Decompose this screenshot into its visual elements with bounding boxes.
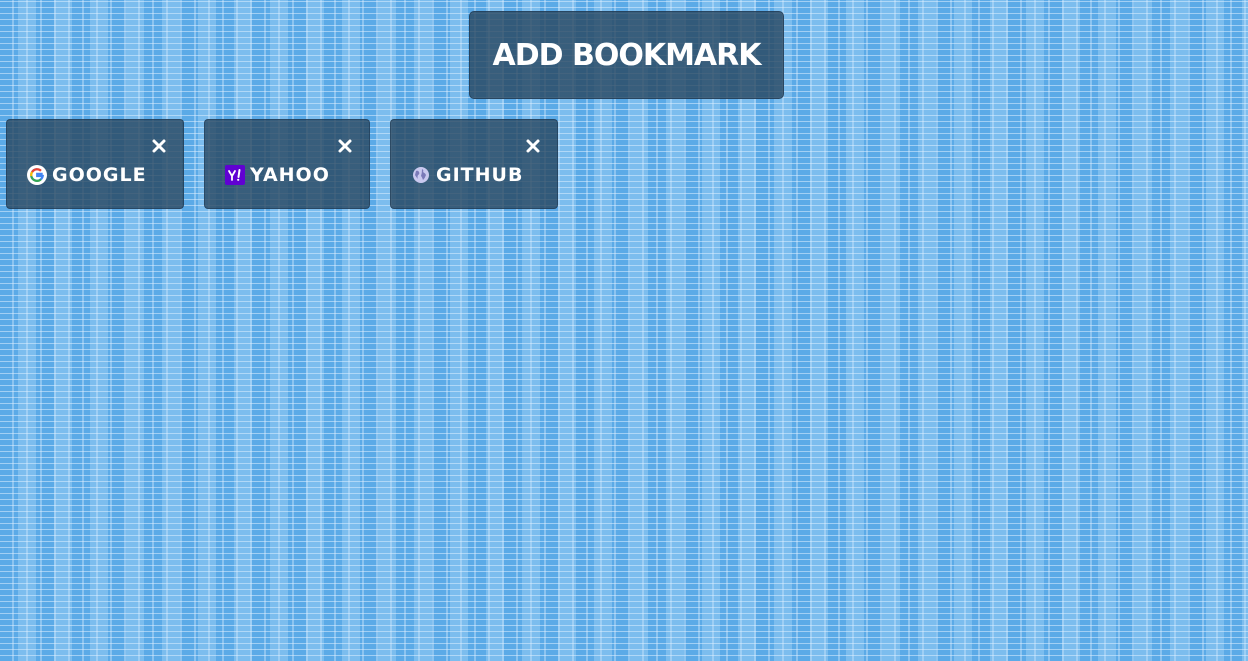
- close-icon[interactable]: [151, 138, 167, 154]
- bookmark-card-yahoo: YAHOO: [204, 119, 370, 209]
- bookmark-card-google: GOOGLE: [6, 119, 184, 209]
- bookmark-link-google[interactable]: GOOGLE: [27, 164, 147, 186]
- bookmark-card-github: GITHUB: [390, 119, 558, 209]
- bookmark-label-github: GITHUB: [436, 164, 524, 186]
- globe-icon: [411, 165, 431, 185]
- bookmark-link-github[interactable]: GITHUB: [411, 164, 523, 186]
- close-icon[interactable]: [337, 138, 353, 154]
- yahoo-icon: [225, 165, 245, 185]
- bookmark-label-yahoo: YAHOO: [250, 164, 330, 186]
- bookmark-label-google: GOOGLE: [52, 164, 147, 186]
- close-icon[interactable]: [525, 138, 541, 154]
- bookmark-link-yahoo[interactable]: YAHOO: [225, 164, 330, 186]
- add-bookmark-button[interactable]: ADD BOOKMARK: [469, 11, 784, 99]
- google-icon: [27, 165, 47, 185]
